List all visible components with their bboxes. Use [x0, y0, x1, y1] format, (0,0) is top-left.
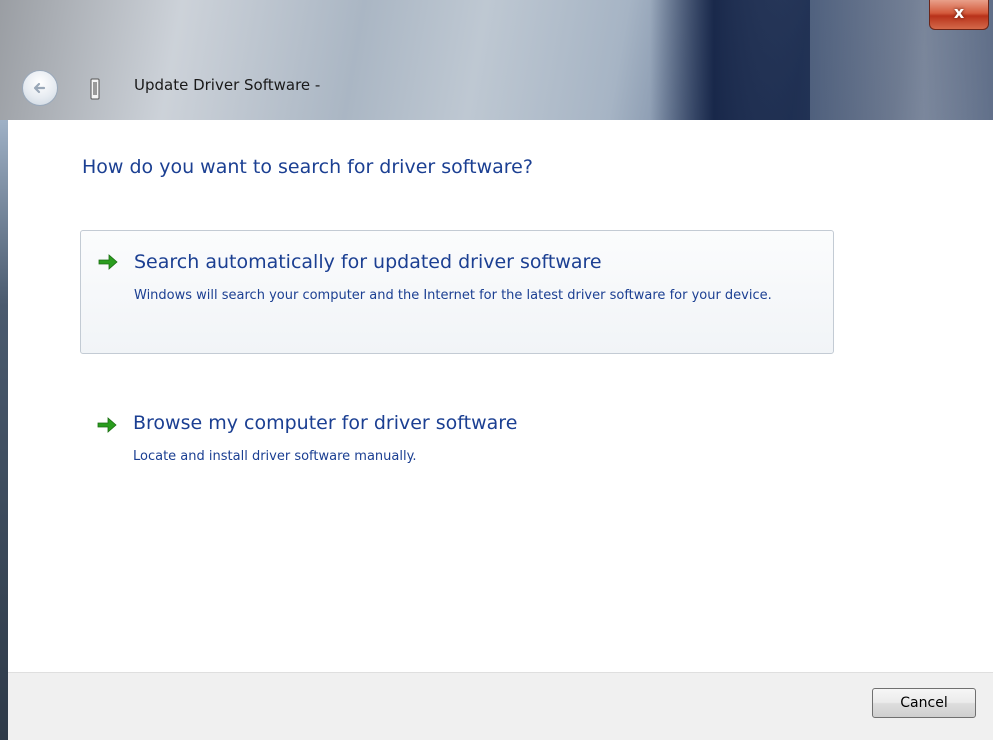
search-automatically-option[interactable]: Search automatically for updated driver … — [80, 230, 834, 354]
wizard-content: How do you want to search for driver sof… — [8, 120, 993, 672]
green-arrow-icon — [98, 254, 118, 270]
option-title: Search automatically for updated driver … — [134, 251, 602, 273]
back-button[interactable] — [22, 70, 58, 106]
cancel-button[interactable]: Cancel — [872, 688, 976, 718]
page-heading: How do you want to search for driver sof… — [82, 156, 533, 178]
back-arrow-icon — [33, 82, 46, 94]
update-driver-window: x Update Driver Software - How do you wa… — [0, 0, 993, 740]
wizard-footer: Cancel — [8, 672, 993, 740]
option-description: Locate and install driver software manua… — [133, 449, 417, 464]
browse-computer-option[interactable]: Browse my computer for driver software L… — [80, 392, 834, 482]
close-button[interactable]: x — [929, 0, 989, 30]
option-title: Browse my computer for driver software — [133, 412, 518, 434]
window-frame-left — [0, 120, 8, 740]
green-arrow-icon — [97, 417, 117, 433]
device-icon — [90, 78, 100, 100]
window-title: Update Driver Software - — [134, 76, 321, 94]
title-bar-glass — [650, 0, 810, 120]
close-icon: x — [953, 3, 965, 22]
option-description: Windows will search your computer and th… — [134, 288, 772, 303]
